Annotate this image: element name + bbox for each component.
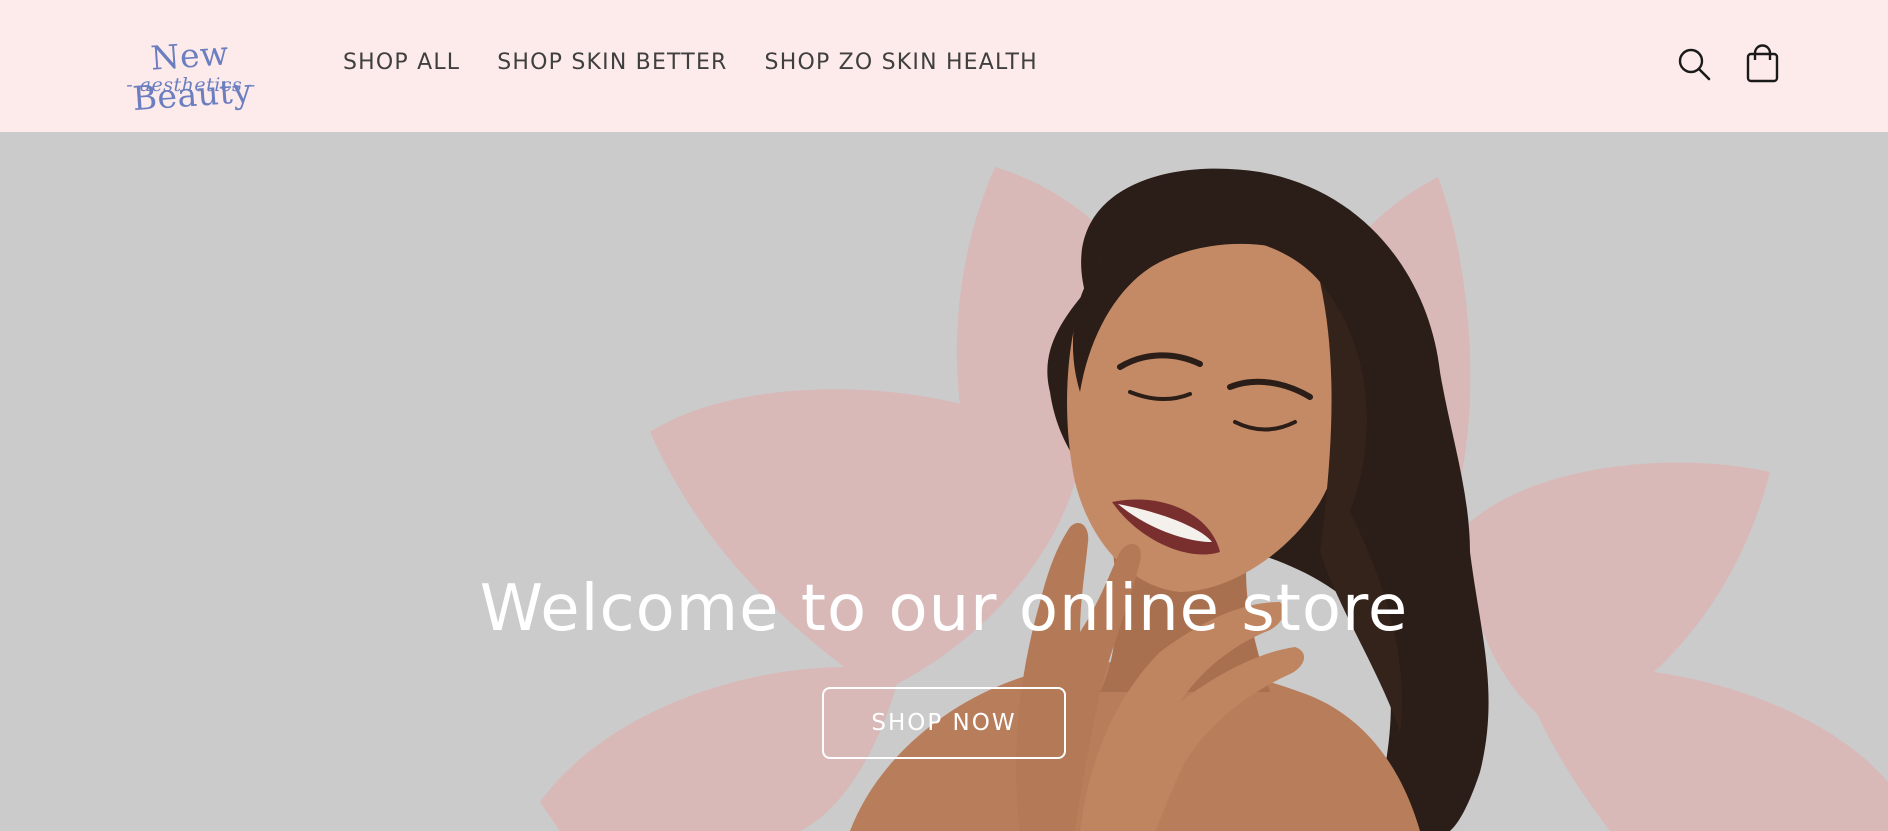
site-header: New Beauty - aesthetics - SHOP ALL SHOP … bbox=[0, 0, 1888, 132]
hero-title: Welcome to our online store bbox=[479, 572, 1409, 646]
main-nav: SHOP ALL SHOP SKIN BETTER SHOP ZO SKIN H… bbox=[343, 50, 1038, 75]
logo-tagline: - aesthetics - bbox=[126, 74, 256, 96]
nav-item-shop-all[interactable]: SHOP ALL bbox=[343, 50, 460, 75]
hero-banner: Welcome to our online store SHOP NOW bbox=[0, 132, 1888, 831]
nav-item-shop-zo-skin-health[interactable]: SHOP ZO SKIN HEALTH bbox=[765, 50, 1038, 75]
cart-icon[interactable] bbox=[1745, 44, 1781, 84]
shop-now-button[interactable]: SHOP NOW bbox=[822, 687, 1066, 759]
brand-logo[interactable]: New Beauty - aesthetics - bbox=[96, 33, 286, 118]
search-icon[interactable] bbox=[1677, 44, 1713, 84]
nav-item-shop-skin-better[interactable]: SHOP SKIN BETTER bbox=[497, 50, 727, 75]
